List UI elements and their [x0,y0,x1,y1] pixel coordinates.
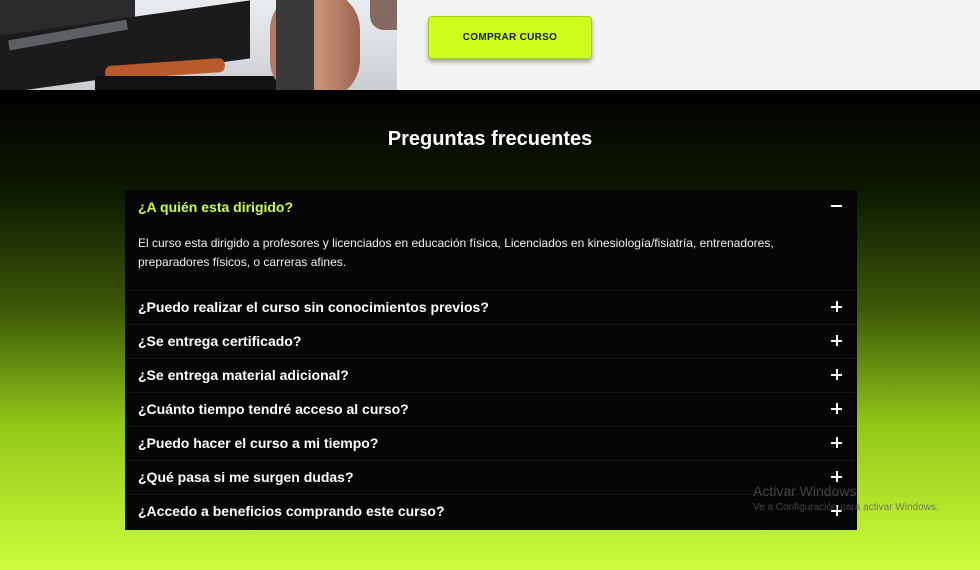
faq-accordion: ¿A quién esta dirigido? El curso esta di… [125,190,857,530]
buy-course-button[interactable]: COMPRAR CURSO [428,16,592,59]
faq-question[interactable]: ¿Qué pasa si me surgen dudas? [138,469,354,485]
person-tattoo [370,0,397,30]
faq-item[interactable]: ¿Se entrega material adicional? [125,358,857,393]
plus-icon[interactable] [831,403,843,415]
faq-item[interactable]: ¿Puedo realizar el curso sin conocimient… [125,290,857,325]
plus-icon[interactable] [831,301,843,313]
plus-icon[interactable] [831,335,843,347]
hero-band: COMPRAR CURSO [0,0,980,90]
faq-item[interactable]: ¿Accedo a beneficios comprando este curs… [125,494,857,529]
faq-question[interactable]: ¿A quién esta dirigido? [138,199,293,215]
faq-question[interactable]: ¿Cuánto tiempo tendré acceso al curso? [138,401,409,417]
faq-question[interactable]: ¿Se entrega certificado? [138,333,301,349]
faq-item[interactable]: ¿Se entrega certificado? [125,324,857,359]
cta-area: COMPRAR CURSO [397,0,980,90]
windows-activation-watermark: Activar Windows Ve a Configuración para … [753,483,939,513]
person-shirt [276,0,314,90]
faq-question[interactable]: ¿Puedo hacer el curso a mi tiempo? [138,435,378,451]
hero-image [0,0,397,90]
faq-question[interactable]: ¿Se entrega material adicional? [138,367,349,383]
faq-question[interactable]: ¿Accedo a beneficios comprando este curs… [138,503,445,519]
watermark-title: Activar Windows [753,483,857,499]
gym-base [95,76,285,90]
faq-question[interactable]: ¿Puedo realizar el curso sin conocimient… [138,299,489,315]
watermark-subtitle: Ve a Configuración para activar Windows. [753,502,939,513]
faq-title: Preguntas frecuentes [387,128,593,150]
faq-answer: El curso esta dirigido a profesores y li… [138,236,774,269]
faq-item[interactable]: ¿Puedo hacer el curso a mi tiempo? [125,426,857,461]
plus-icon[interactable] [831,471,843,483]
minus-icon[interactable] [831,200,843,212]
plus-icon[interactable] [831,437,843,449]
faq-item[interactable]: ¿Cuánto tiempo tendré acceso al curso? [125,392,857,427]
plus-icon[interactable] [831,369,843,381]
faq-item[interactable]: ¿Qué pasa si me surgen dudas? [125,460,857,495]
